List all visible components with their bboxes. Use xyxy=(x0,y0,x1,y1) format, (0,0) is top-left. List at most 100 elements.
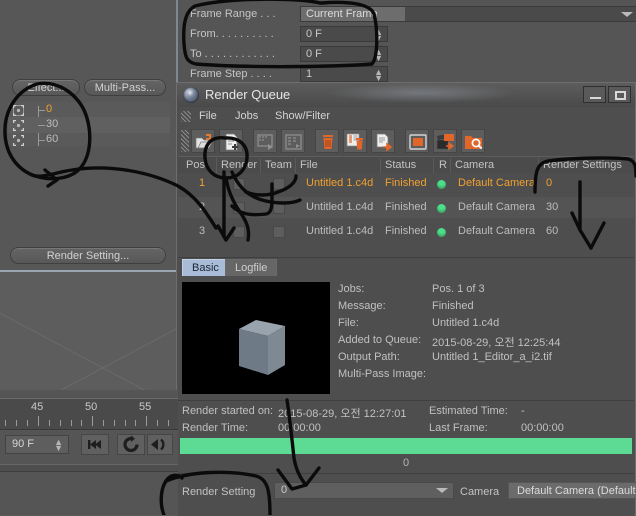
from-input[interactable]: 0 F ▲ ▼ xyxy=(300,26,388,43)
cell-camera: Default Camera xyxy=(458,201,536,213)
render-selected-icon[interactable] xyxy=(253,129,277,153)
add-job-icon[interactable] xyxy=(219,129,243,153)
frame-range-dropdown[interactable]: Current Frame xyxy=(300,6,636,22)
take-label: 60 xyxy=(46,133,59,145)
frame-step-input[interactable]: 1 ▲ ▼ xyxy=(300,66,388,83)
render-checkbox[interactable] xyxy=(233,226,245,238)
th-camera[interactable]: Camera xyxy=(455,159,494,171)
minimize-button[interactable] xyxy=(583,86,606,103)
render-stats-panel: Render started on: 2015-08-29, 오전 12:27:… xyxy=(178,400,634,438)
play-reverse-button[interactable] xyxy=(147,434,173,455)
list-item[interactable]: 60 xyxy=(8,132,170,148)
detail-value-added: 2015-08-29, 오전 12:25:44 xyxy=(432,337,561,349)
effect-button[interactable]: Effect... xyxy=(12,79,80,96)
go-to-start-button[interactable] xyxy=(81,434,109,455)
render-time-label: Render Time: xyxy=(182,422,249,434)
to-row: To . . . . . . . . . . . . 0 F ▲ ▼ xyxy=(190,46,630,64)
stepper-icon[interactable]: ▲ ▼ xyxy=(374,28,383,43)
job-table-body: 1 Untitled 1.c4d Finished Default Camera… xyxy=(178,173,634,245)
menu-jobs[interactable]: Jobs xyxy=(235,110,258,122)
menu-file[interactable]: File xyxy=(199,110,217,122)
render-all-icon[interactable] xyxy=(281,129,305,153)
to-input[interactable]: 0 F ▲ ▼ xyxy=(300,46,388,63)
render-started-label: Render started on: xyxy=(182,405,274,417)
list-item[interactable]: 0 xyxy=(8,102,170,118)
current-frame-value: 90 F xyxy=(12,438,35,450)
th-render[interactable]: Render xyxy=(221,159,257,171)
timeline-ruler[interactable]: 45 50 55 xyxy=(0,398,178,430)
estimated-time-label: Estimated Time: xyxy=(429,405,508,417)
open-job-icon[interactable] xyxy=(191,129,215,153)
stepper-icon[interactable]: ▲ ▼ xyxy=(54,438,63,453)
take-list[interactable]: 0 30 60 xyxy=(8,102,170,146)
status-indicator-dot xyxy=(437,180,446,189)
menu-show-filter[interactable]: Show/Filter xyxy=(275,110,330,122)
tab-basic[interactable]: Basic xyxy=(182,259,229,276)
batch-render-icon[interactable] xyxy=(433,129,457,153)
th-pos[interactable]: Pos. xyxy=(186,159,208,171)
render-queue-toolbar xyxy=(177,126,635,156)
table-row[interactable]: 2 Untitled 1.c4d Finished Default Camera… xyxy=(178,197,634,218)
cell-render-settings: 30 xyxy=(546,201,559,213)
render-setting-button[interactable]: Render Setting... xyxy=(10,247,166,264)
multi-pass-button[interactable]: Multi-Pass... xyxy=(84,79,166,96)
cell-status: Finished xyxy=(385,201,427,213)
picture-viewer-icon[interactable] xyxy=(405,129,429,153)
render-checkbox[interactable] xyxy=(233,202,245,214)
move-job-icon[interactable] xyxy=(371,129,395,153)
render-queue-titlebar[interactable]: Render Queue xyxy=(177,83,635,107)
progress-caption: 0 xyxy=(402,457,410,469)
tab-logfile[interactable]: Logfile xyxy=(225,259,278,276)
stepper-icon[interactable]: ▲ ▼ xyxy=(374,48,383,63)
menu-grip-handle[interactable] xyxy=(181,111,191,122)
table-row[interactable]: 3 Untitled 1.c4d Finished Default Camera… xyxy=(178,221,634,242)
minimize-icon xyxy=(590,97,601,99)
camera-value-button[interactable]: Default Camera (Default) xyxy=(508,482,636,499)
current-frame-input[interactable]: 90 F ▲ ▼ xyxy=(5,435,69,454)
render-checkbox[interactable] xyxy=(233,178,245,190)
detail-label-multipass: Multi-Pass Image: xyxy=(338,368,427,380)
team-checkbox[interactable] xyxy=(273,178,285,190)
from-label: From. . . . . . . . . . xyxy=(190,28,274,40)
job-table-footer xyxy=(178,245,634,258)
status-indicator-dot xyxy=(437,228,446,237)
th-file[interactable]: File xyxy=(300,159,318,171)
last-frame-value: 00:00:00 xyxy=(521,422,564,434)
camera-label: Camera xyxy=(460,486,500,498)
cell-pos: 3 xyxy=(199,225,206,237)
th-status[interactable]: Status xyxy=(385,159,416,171)
th-team[interactable]: Team xyxy=(265,159,292,171)
cell-file: Untitled 1.c4d xyxy=(306,177,374,189)
detail-value-file: Untitled 1.c4d xyxy=(432,317,500,329)
table-row[interactable]: 1 Untitled 1.c4d Finished Default Camera… xyxy=(178,173,634,194)
inspect-job-icon[interactable] xyxy=(461,129,485,153)
cinema4d-logo-icon xyxy=(183,87,199,103)
th-render-settings[interactable]: Render Settings xyxy=(543,159,622,171)
stepper-icon[interactable]: ▲ ▼ xyxy=(374,68,383,83)
detail-tabs: Basic Logfile xyxy=(178,259,634,278)
list-item[interactable]: 30 xyxy=(8,117,170,133)
detail-label-jobs: Jobs: xyxy=(338,283,365,295)
render-setting-value: 0 xyxy=(281,484,288,496)
render-settings-frame-fields: Frame Range . . . Current Frame From. . … xyxy=(180,0,636,86)
maximize-button[interactable] xyxy=(608,86,631,103)
toolbar-grip-handle[interactable] xyxy=(181,130,189,152)
detail-label-added: Added to Queue: xyxy=(338,334,422,346)
cell-camera: Default Camera xyxy=(458,225,536,237)
detail-label-output-path: Output Path: xyxy=(338,351,400,363)
detail-value-output-path: Untitled 1_Editor_a_i2.tif xyxy=(432,351,552,363)
clear-list-icon[interactable] xyxy=(343,129,367,153)
timeline-panel: 45 50 55 90 F ▲ ▼ xyxy=(0,390,178,515)
titlebar-glow xyxy=(327,83,517,103)
render-queue-bottom-bar: Render Setting 0 Camera Default Camera (… xyxy=(178,473,636,516)
team-checkbox[interactable] xyxy=(273,226,285,238)
render-setting-dropdown[interactable]: 0 xyxy=(274,482,454,499)
th-r[interactable]: R xyxy=(439,159,447,171)
ruler-label: 50 xyxy=(85,401,98,413)
delete-job-icon[interactable] xyxy=(315,129,339,153)
cell-pos: 2 xyxy=(199,201,206,213)
team-checkbox[interactable] xyxy=(273,202,285,214)
timeline-strip[interactable] xyxy=(0,464,178,472)
loop-button[interactable] xyxy=(117,434,145,455)
ruler-label: 45 xyxy=(31,401,44,413)
